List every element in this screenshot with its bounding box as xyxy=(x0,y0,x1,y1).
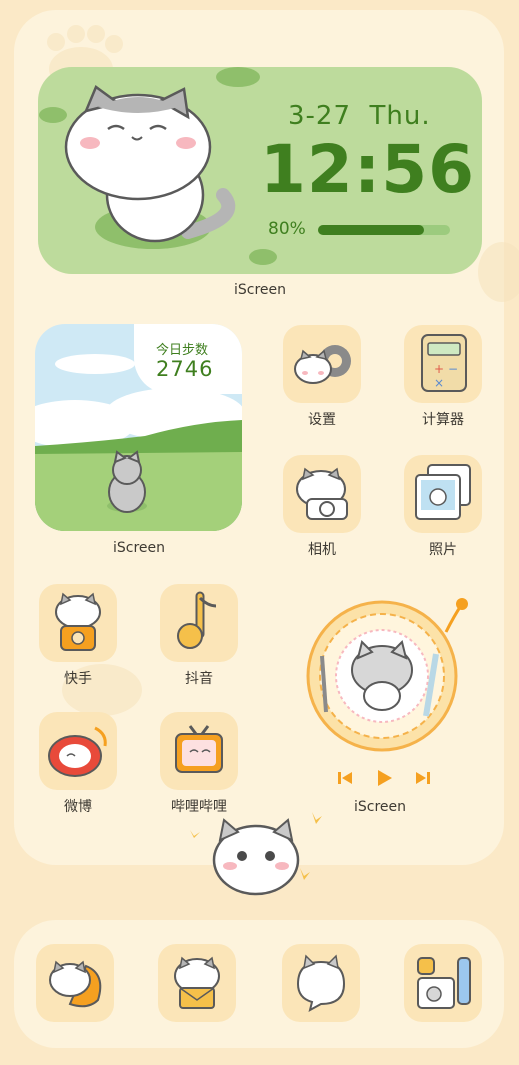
photos-app[interactable]: 照片 xyxy=(403,455,483,559)
calculator-app-icon: + − × xyxy=(404,325,482,403)
calculator-cat-icon: + − × xyxy=(421,334,467,392)
battery-bar-fill xyxy=(318,225,424,235)
svg-text:+: + xyxy=(434,362,444,376)
sparkle-cat-sticker-icon xyxy=(190,812,322,896)
kuaishou-app-label: 快手 xyxy=(64,671,92,687)
steps-bubble: 今日步数 2746 xyxy=(134,324,242,394)
camera-cat-icon xyxy=(55,592,101,651)
music-widget[interactable] xyxy=(296,592,472,792)
mail-cat-icon xyxy=(174,956,220,1009)
weibo-app[interactable]: 微博 xyxy=(38,712,118,816)
settings-app[interactable]: 设置 xyxy=(282,325,362,429)
calculator-app[interactable]: + − × 计算器 xyxy=(403,325,483,429)
dock-phone-app[interactable] xyxy=(36,944,114,1022)
camera-app-icon xyxy=(283,455,361,533)
steps-widget-caption: iScreen xyxy=(112,540,166,556)
douyin-app-icon xyxy=(160,584,238,662)
dock-mail-app[interactable] xyxy=(158,944,236,1022)
photo-frames-icon xyxy=(415,464,471,520)
music-controls xyxy=(336,768,432,788)
steps-count: 2746 xyxy=(156,357,214,381)
gear-cat-icon xyxy=(294,345,351,384)
bilibili-app-icon xyxy=(160,712,238,790)
music-note-icon xyxy=(177,591,217,649)
clock-widget[interactable]: 3-27 Thu. 12:56 80% xyxy=(38,67,482,274)
svg-text:−: − xyxy=(448,362,458,376)
camera-cat-icon xyxy=(296,467,348,520)
next-icon[interactable] xyxy=(414,769,432,787)
douyin-app[interactable]: 抖音 xyxy=(159,584,239,688)
photos-app-icon xyxy=(404,455,482,533)
weibo-app-label: 微博 xyxy=(64,799,92,815)
weibo-cat-icon xyxy=(48,726,107,777)
camera-app[interactable]: 相机 xyxy=(282,455,362,559)
play-icon[interactable] xyxy=(374,768,394,788)
kuaishou-app-icon xyxy=(39,584,117,662)
settings-app-icon xyxy=(283,325,361,403)
svg-text:×: × xyxy=(434,376,444,390)
prev-icon[interactable] xyxy=(336,769,354,787)
dock xyxy=(14,920,504,1048)
camera-app-label: 相机 xyxy=(308,542,336,558)
date-display: 3-27 Thu. xyxy=(288,101,431,131)
steps-label: 今日步数 xyxy=(156,343,209,358)
tv-cat-icon xyxy=(175,725,223,773)
dock-widget-app[interactable] xyxy=(404,944,482,1022)
calculator-app-label: 计算器 xyxy=(422,412,464,428)
battery-bar xyxy=(318,225,450,235)
music-widget-caption: iScreen xyxy=(353,799,407,815)
douyin-app-label: 抖音 xyxy=(185,671,213,687)
settings-app-label: 设置 xyxy=(308,412,336,428)
phone-cat-icon xyxy=(49,960,102,1008)
message-cat-icon xyxy=(296,954,346,1012)
kuaishou-app[interactable]: 快手 xyxy=(38,584,118,688)
clock-widget-caption: iScreen xyxy=(233,282,287,298)
steps-widget[interactable]: 今日步数 2746 xyxy=(35,324,242,531)
photos-app-label: 照片 xyxy=(429,542,457,558)
plate-cat-illustration-icon xyxy=(306,598,468,752)
battery-percent: 80% xyxy=(268,219,306,239)
dock-message-app[interactable] xyxy=(282,944,360,1022)
time-display: 12:56 xyxy=(260,131,476,208)
weibo-app-icon xyxy=(39,712,117,790)
widget-grid-icon xyxy=(417,957,471,1009)
